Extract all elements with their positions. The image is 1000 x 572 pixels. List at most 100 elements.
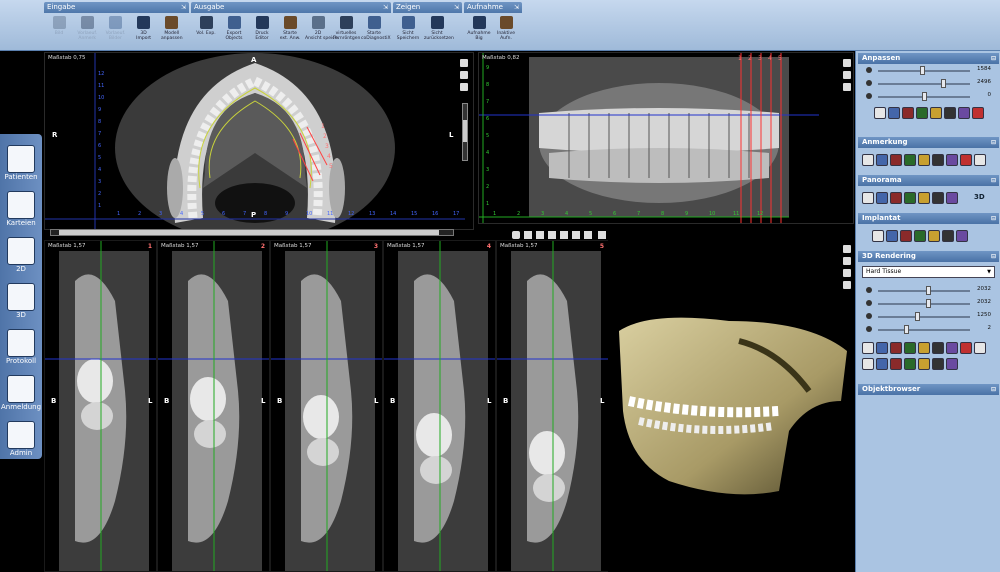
implant-edit-icon[interactable]: [914, 230, 926, 242]
cross-section-marker[interactable]: 2: [748, 55, 752, 62]
slice-scrollbar[interactable]: [50, 229, 454, 236]
cross-section-marker[interactable]: 5: [329, 163, 333, 170]
nerve-icon[interactable]: [890, 192, 902, 204]
tooth-icon[interactable]: [536, 231, 544, 239]
toolbar-button-reset-view[interactable]: Sicht zurücksetzen: [424, 15, 454, 49]
panel-header[interactable]: Panorama ⊟: [858, 175, 999, 186]
cross-section-view-4[interactable]: Maßstab 1,57 4 B L: [383, 240, 496, 572]
panorama-view[interactable]: Maßstab 0,82 12345 1 2 3 4 5 6 7 8 9 10 11 12 98765…: [478, 52, 854, 224]
slider-track[interactable]: [878, 290, 970, 292]
cross-section-marker[interactable]: 4: [768, 55, 772, 62]
toolbar-button-export-objects[interactable]: Export Objects: [221, 15, 247, 49]
nav-item-karteien[interactable]: Karteien: [1, 190, 41, 230]
slider-knob[interactable]: [941, 79, 947, 88]
skull-icon[interactable]: [958, 107, 970, 119]
shape-icon[interactable]: [946, 342, 958, 354]
adjust-slider[interactable]: 2032: [858, 284, 999, 297]
slider-knob[interactable]: [920, 66, 926, 75]
collapse-icon[interactable]: ⊟: [991, 137, 996, 148]
crop-icon[interactable]: [974, 342, 986, 354]
implant-library-icon[interactable]: [900, 230, 912, 242]
face-icon[interactable]: [560, 231, 568, 239]
expand-icon[interactable]: ⇲: [181, 2, 186, 13]
green-plane-icon[interactable]: [918, 342, 930, 354]
panel-header[interactable]: Anpassen ⊟: [858, 53, 999, 64]
toolbar-button-image[interactable]: Bild: [46, 15, 72, 49]
collapse-icon[interactable]: ⊟: [991, 213, 996, 224]
camera-icon[interactable]: [460, 71, 468, 79]
layers-icon[interactable]: [548, 231, 556, 239]
nerve-tracing-icon[interactable]: [932, 192, 944, 204]
slice-icon[interactable]: [524, 231, 532, 239]
area-icon[interactable]: [890, 154, 902, 166]
image-icon[interactable]: [930, 107, 942, 119]
bone-icon[interactable]: [928, 230, 940, 242]
cross-section-marker[interactable]: 3: [758, 55, 762, 62]
sharpen-icon[interactable]: [946, 358, 958, 370]
axial-view[interactable]: Maßstab 0,75 A P R L 12345 1 2 3 4 5 6 7 8 9 10 11…: [44, 52, 474, 230]
slider-knob[interactable]: [922, 92, 927, 101]
box-icon[interactable]: [904, 154, 916, 166]
panel-header[interactable]: Implantat ⊟: [858, 213, 999, 224]
slider-track[interactable]: [878, 316, 970, 318]
collapse-icon[interactable]: ⊟: [991, 53, 996, 64]
toolbar-button-print[interactable]: Druck Editor: [249, 15, 275, 49]
settings-icon[interactable]: [598, 231, 606, 239]
pdf-icon[interactable]: [956, 230, 968, 242]
text-icon[interactable]: [974, 154, 986, 166]
toolbar-button-volume-export[interactable]: Vol. Exp.: [193, 15, 219, 49]
toolbar-button-external-app[interactable]: Starte ext. Anw.: [277, 15, 303, 49]
eraser-icon[interactable]: [918, 358, 930, 370]
toolbar-button-capture[interactable]: Aufnahme Big: [466, 15, 492, 49]
toolbar-button-save-view[interactable]: Sicht Speichern: [395, 15, 421, 49]
adjust-slider[interactable]: 2032: [858, 297, 999, 310]
clip-plane-icon[interactable]: [890, 342, 902, 354]
adjust-slider[interactable]: 2: [858, 323, 999, 336]
collapse-icon[interactable]: ⊟: [991, 175, 996, 186]
cross-section-marker[interactable]: 4: [327, 153, 331, 160]
adjust-slider[interactable]: 0: [858, 90, 999, 103]
adjust-slider[interactable]: 1584: [858, 64, 999, 77]
line-icon[interactable]: [862, 154, 874, 166]
implant-icon[interactable]: [872, 230, 884, 242]
axial-scroll-thumb[interactable]: [463, 120, 467, 142]
nav-item-admin[interactable]: Admin: [1, 420, 41, 460]
toolbar-button-skull[interactable]: Vorlaeuf. Anmerk: [74, 15, 100, 49]
slider-knob[interactable]: [904, 325, 910, 334]
nav-item-protokoll[interactable]: Protokoll: [1, 328, 41, 368]
image-icon[interactable]: [862, 342, 874, 354]
adjust-slider[interactable]: 1250: [858, 310, 999, 323]
curve-icon[interactable]: [862, 192, 874, 204]
nav-item-3d[interactable]: 3D: [1, 282, 41, 322]
person-icon[interactable]: [876, 342, 888, 354]
tooth-icon[interactable]: [918, 192, 930, 204]
axial-scrollbar[interactable]: [462, 103, 468, 161]
tooth-crown-icon[interactable]: [942, 230, 954, 242]
slider-knob[interactable]: [914, 312, 920, 321]
cross-section-marker[interactable]: 3: [325, 143, 329, 150]
collapse-icon[interactable]: ⊟: [991, 384, 996, 395]
window-icon[interactable]: [460, 59, 468, 67]
red-plane-icon[interactable]: [904, 342, 916, 354]
cross-section-marker[interactable]: 1: [738, 55, 742, 62]
toolbar-button-codiagnostix[interactable]: Starte coDiagnostiX: [361, 15, 391, 49]
cross-section-marker[interactable]: 2: [323, 133, 327, 140]
expand-icon[interactable]: ⇲: [454, 2, 459, 13]
skull-gray-icon[interactable]: [932, 358, 944, 370]
teeth-icon[interactable]: [890, 358, 902, 370]
collapse-icon[interactable]: ⊟: [991, 251, 996, 262]
window-level-icon[interactable]: [916, 107, 928, 119]
red-box-icon[interactable]: [862, 358, 874, 370]
cross-section-view-3[interactable]: Maßstab 1,57 3 B L: [270, 240, 383, 572]
panel-header[interactable]: 3D Rendering ⊟: [858, 251, 999, 262]
annotation-icon[interactable]: [918, 154, 930, 166]
cross-section-view-1[interactable]: Maßstab 1,57 1 B L: [44, 240, 157, 572]
toolbar-button-skull-gray[interactable]: Vorlaeuf. Bilder: [102, 15, 128, 49]
zoom-icon[interactable]: [874, 107, 886, 119]
slider-track[interactable]: [878, 83, 970, 85]
3d-render-view[interactable]: [608, 240, 854, 572]
cross-section-marker[interactable]: 1: [321, 123, 325, 130]
window-icon[interactable]: [843, 59, 851, 67]
measure-icon[interactable]: [902, 107, 914, 119]
skull-icon[interactable]: [843, 281, 851, 289]
